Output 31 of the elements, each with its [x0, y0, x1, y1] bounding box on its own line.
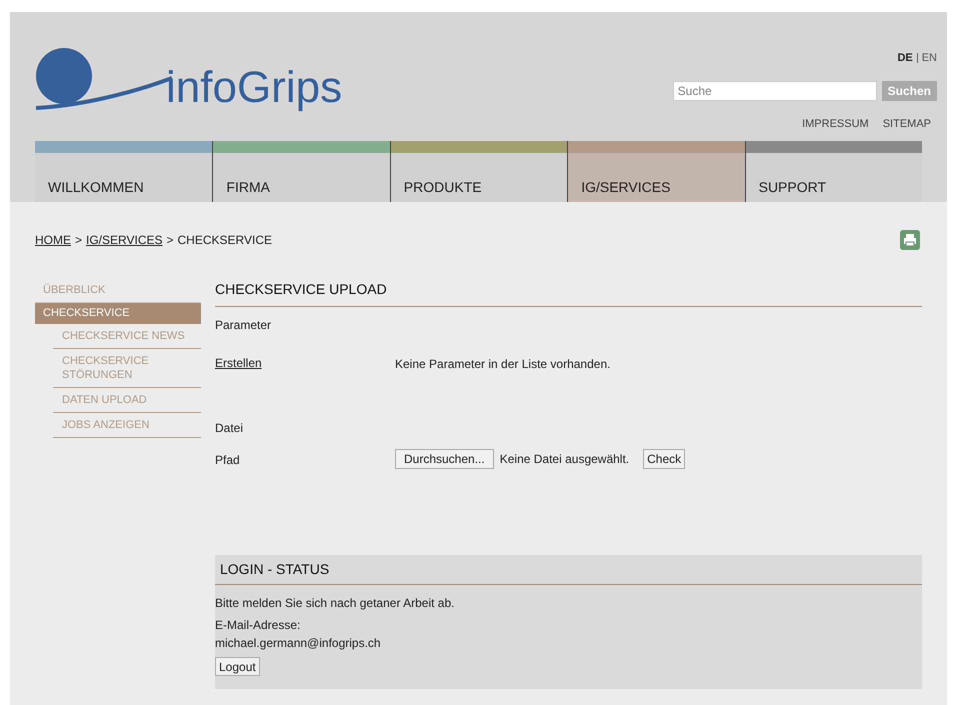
breadcrumb-separator: >: [166, 232, 174, 249]
nav-tab[interactable]: SUPPORT: [744, 141, 922, 202]
file-status: Keine Datei ausgewählt.: [500, 451, 630, 468]
email-label: E-Mail-Adresse:: [215, 617, 300, 634]
section-title: CHECKSERVICE UPLOAD: [215, 281, 387, 297]
breadcrumb-current: CHECKSERVICE: [178, 232, 272, 249]
header-link[interactable]: SITEMAP: [882, 116, 931, 132]
nav-tab[interactable]: WILLKOMMEN: [35, 141, 212, 202]
logout-button[interactable]: Logout: [215, 657, 260, 676]
logout-message: Bitte melden Sie sich nach getaner Arbeit ab.: [215, 595, 454, 612]
create-link[interactable]: Erstellen: [215, 354, 262, 419]
breadcrumb-link[interactable]: IG/SERVICES: [86, 231, 162, 249]
nav-tab[interactable]: IG/SERVICES: [567, 141, 745, 202]
file-label: Datei: [215, 420, 244, 437]
nav-tab[interactable]: FIRMA: [212, 141, 390, 202]
search-field[interactable]: Suche: [672, 80, 877, 100]
print-icon[interactable]: [900, 230, 920, 250]
breadcrumb-link[interactable]: HOME: [35, 231, 71, 249]
panel-title: LOGIN - STATUS: [220, 560, 330, 579]
nav-tab[interactable]: PRODUKTE: [390, 141, 568, 202]
language-link[interactable]: EN: [922, 50, 937, 66]
empty-message: Keine Parameter in der Liste vorhanden.: [395, 356, 610, 373]
parameter-label: Parameter: [215, 317, 272, 334]
browse-button[interactable]: Durchsuchen...: [395, 449, 494, 469]
path-label: Pfad: [215, 452, 241, 469]
email-value: michael.germann@infogrips.ch: [215, 635, 381, 652]
language-link[interactable]: DE: [897, 50, 913, 66]
breadcrumb-separator: >: [75, 232, 82, 249]
logo-text: infoGrips: [166, 66, 342, 110]
header-link[interactable]: IMPRESSUM: [802, 116, 869, 132]
check-button[interactable]: Check: [643, 449, 686, 469]
